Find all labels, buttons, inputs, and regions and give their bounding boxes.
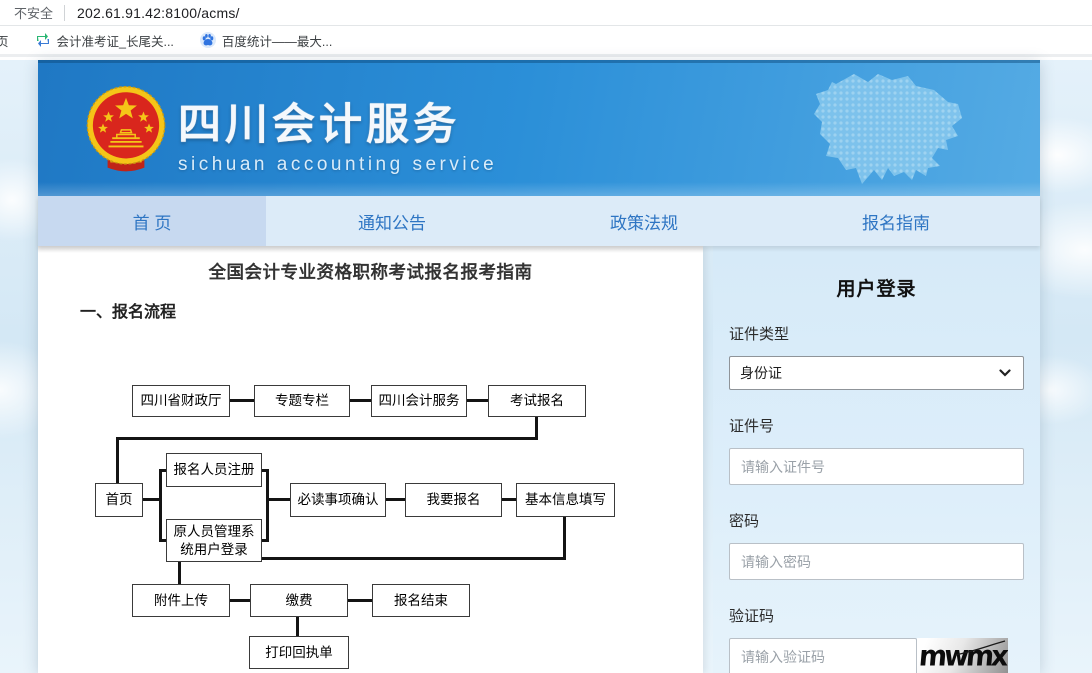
nav-tab-registration-guide[interactable]: 报名指南 bbox=[770, 196, 1022, 246]
id-number-input[interactable] bbox=[729, 448, 1024, 485]
sichuan-map-graphic bbox=[784, 66, 1004, 196]
captcha-image[interactable]: mwmx bbox=[917, 638, 1008, 673]
bookmark-label: 百度统计——最大... bbox=[222, 31, 332, 50]
captcha-noise-line bbox=[917, 638, 1008, 673]
id-type-label: 证件类型 bbox=[729, 323, 1024, 344]
id-type-select[interactable]: 身份证 bbox=[729, 356, 1024, 390]
url-text[interactable]: 202.61.91.42:8100/acms/ bbox=[77, 5, 240, 21]
nav-tab-home[interactable]: 首 页 bbox=[38, 196, 266, 246]
flow-node-confirm-notes: 必读事项确认 bbox=[290, 483, 386, 517]
flow-node-apply: 我要报名 bbox=[405, 483, 502, 517]
id-type-value: 身份证 bbox=[740, 363, 782, 383]
bookmark-label: 会计准考证_长尾关... bbox=[57, 31, 174, 50]
page-title: 全国会计专业资格职称考试报名报考指南 bbox=[38, 246, 703, 284]
site-subtitle: sichuan accounting service bbox=[178, 154, 497, 176]
flow-node-payment: 缴费 bbox=[250, 584, 348, 617]
flow-node-basic-info: 基本信息填写 bbox=[516, 483, 615, 517]
nav-tab-notices[interactable]: 通知公告 bbox=[266, 196, 518, 246]
login-panel: 用户登录 证件类型 身份证 证件号 密码 验证码 mwmx bbox=[713, 246, 1040, 673]
retweet-icon bbox=[35, 32, 51, 48]
captcha-input[interactable] bbox=[729, 638, 917, 673]
bookmark-label: 页 bbox=[0, 31, 9, 50]
password-label: 密码 bbox=[729, 510, 1024, 531]
section-title: 一、报名流程 bbox=[80, 298, 703, 322]
flow-node-accounting-service: 四川会计服务 bbox=[371, 385, 467, 417]
site-page: 四川会计服务 sichuan accounting service 首 页 通知… bbox=[38, 60, 1040, 673]
login-title: 用户登录 bbox=[729, 274, 1024, 301]
password-input[interactable] bbox=[729, 543, 1024, 580]
baidu-paw-icon bbox=[200, 32, 216, 48]
chevron-down-icon bbox=[999, 369, 1011, 377]
id-number-label: 证件号 bbox=[729, 415, 1024, 436]
bookmarks-bar: 页 会计准考证_长尾关... 百度统计——最大... bbox=[0, 26, 1092, 57]
national-emblem-logo bbox=[80, 82, 172, 176]
url-separator bbox=[64, 5, 65, 21]
flow-node-finish: 报名结束 bbox=[372, 584, 470, 617]
bookmark-accounting[interactable]: 会计准考证_长尾关... bbox=[25, 26, 184, 54]
main-navigation: 首 页 通知公告 政策法规 报名指南 bbox=[38, 196, 1040, 246]
nav-tab-policies[interactable]: 政策法规 bbox=[518, 196, 770, 246]
flow-node-print-receipt: 打印回执单 bbox=[249, 636, 349, 669]
flow-node-home: 首页 bbox=[95, 483, 143, 517]
security-warning-label[interactable]: 不安全 bbox=[14, 3, 53, 22]
captcha-label: 验证码 bbox=[729, 605, 1024, 626]
site-title: 四川会计服务 bbox=[178, 90, 497, 152]
bookmark-clipped[interactable]: 页 bbox=[0, 26, 19, 54]
flow-node-exam-registration: 考试报名 bbox=[488, 385, 586, 417]
browser-address-bar[interactable]: 不安全 202.61.91.42:8100/acms/ bbox=[0, 0, 1092, 26]
flow-node-attachment-upload: 附件上传 bbox=[132, 584, 230, 617]
flow-node-special-column: 专题专栏 bbox=[254, 385, 350, 417]
flow-node-register: 报名人员注册 bbox=[166, 453, 262, 487]
bookmark-baidu-stats[interactable]: 百度统计——最大... bbox=[190, 26, 342, 54]
main-content: 全国会计专业资格职称考试报名报考指南 一、报名流程 bbox=[38, 246, 703, 673]
content-gap bbox=[703, 246, 713, 673]
flow-node-legacy-login: 原人员管理系统用户登录 bbox=[166, 519, 262, 562]
flow-node-finance-dept: 四川省财政厅 bbox=[132, 385, 230, 417]
site-banner: 四川会计服务 sichuan accounting service bbox=[38, 60, 1040, 196]
